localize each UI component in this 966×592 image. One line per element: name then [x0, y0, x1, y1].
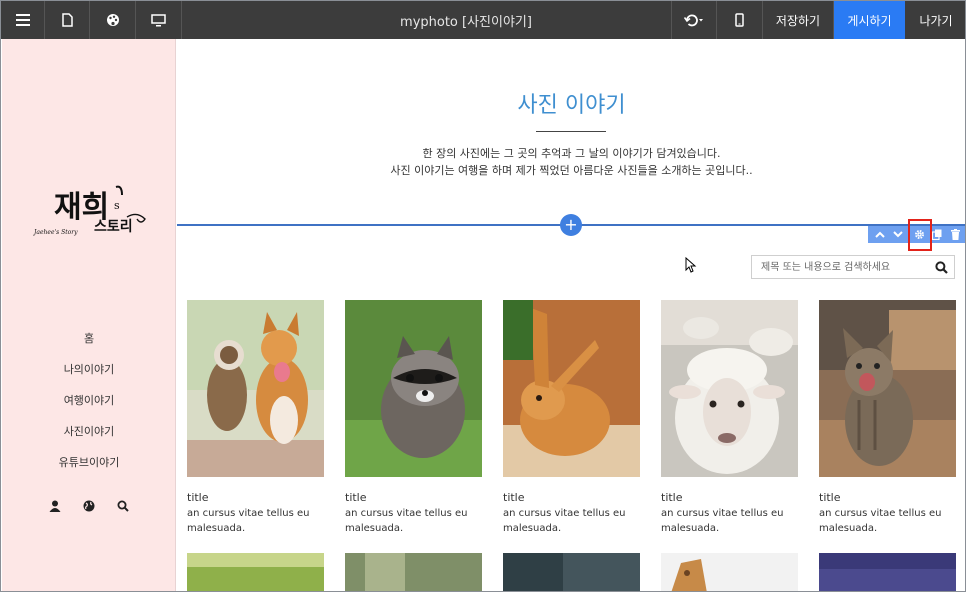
mobile-view-button[interactable]: [717, 1, 763, 39]
photo-rabbit: [503, 300, 640, 477]
undo-icon: [684, 14, 703, 26]
photo-card[interactable]: title an cursus vitae tellus eu malesuad…: [503, 300, 640, 536]
add-section-button[interactable]: +: [560, 214, 582, 236]
card-description: an cursus vitae tellus eu malesuada.: [187, 508, 310, 534]
title-underline: [536, 131, 606, 132]
publish-button[interactable]: 게시하기: [834, 1, 905, 39]
search-box: [751, 255, 955, 279]
editor-window: myphoto [사진이야기] 저장하기 게시하기 나가기 재희 s 스토리 J…: [0, 0, 966, 592]
settings-highlight-box: [908, 219, 932, 251]
move-down-button[interactable]: [889, 226, 907, 243]
card-title: title: [661, 491, 683, 504]
svg-text:스토리: 스토리: [94, 219, 133, 235]
page-icon: [61, 13, 73, 27]
main-content: 사진 이야기 한 장의 사진에는 그 곳의 추억과 그 날의 이야기가 담겨있습…: [177, 39, 965, 592]
svg-text:Jaehee's Story: Jaehee's Story: [32, 229, 78, 236]
nav-item-photo-story[interactable]: 사진이야기: [2, 422, 176, 453]
menu-button[interactable]: [1, 1, 45, 39]
page-description: 한 장의 사진에는 그 곳의 추억과 그 날의 이야기가 담겨있습니다. 사진 …: [177, 145, 965, 179]
photo-row2-1[interactable]: [187, 553, 324, 592]
undo-button[interactable]: [671, 1, 717, 39]
photo-sheep: [661, 300, 798, 477]
user-icon[interactable]: [49, 500, 61, 512]
nav-item-home[interactable]: 홈: [2, 329, 176, 360]
exit-label: 나가기: [919, 13, 953, 28]
photo-dogs: [187, 300, 324, 477]
theme-button[interactable]: [90, 1, 136, 39]
desktop-view-button[interactable]: [136, 1, 182, 39]
sidebar-nav: 홈 나의이야기 여행이야기 사진이야기 유튜브이야기: [2, 329, 176, 484]
svg-text:s: s: [114, 199, 120, 212]
photo-row2-2[interactable]: [345, 553, 482, 592]
card-description: an cursus vitae tellus eu malesuada.: [819, 508, 942, 534]
card-title: title: [345, 491, 367, 504]
nav-item-travel-story[interactable]: 여행이야기: [2, 391, 176, 422]
photo-card[interactable]: title an cursus vitae tellus eu malesuad…: [345, 300, 482, 536]
page-button[interactable]: [45, 1, 90, 39]
chevron-up-icon: [875, 231, 885, 238]
card-title: title: [187, 491, 209, 504]
delete-section-button[interactable]: [946, 226, 964, 243]
save-button[interactable]: 저장하기: [763, 1, 834, 39]
top-toolbar: myphoto [사진이야기] 저장하기 게시하기 나가기: [1, 1, 965, 39]
publish-label: 게시하기: [847, 13, 892, 28]
description-line-1: 한 장의 사진에는 그 곳의 추억과 그 날의 이야기가 담겨있습니다.: [422, 147, 721, 160]
sidebar-icon-row: [2, 500, 176, 518]
trash-icon: [950, 229, 960, 240]
menu-icon: [15, 14, 30, 26]
search-icon[interactable]: [935, 261, 948, 274]
card-title: title: [819, 491, 841, 504]
save-label: 저장하기: [775, 13, 821, 28]
desktop-icon: [151, 13, 166, 26]
card-description: an cursus vitae tellus eu malesuada.: [661, 508, 784, 534]
card-description: an cursus vitae tellus eu malesuada.: [345, 508, 468, 534]
search-input[interactable]: [752, 256, 930, 278]
photo-row2-3[interactable]: [503, 553, 640, 592]
palette-icon: [106, 14, 119, 26]
nav-item-my-story[interactable]: 나의이야기: [2, 360, 176, 391]
mobile-icon: [735, 13, 744, 27]
move-up-button[interactable]: [871, 226, 889, 243]
copy-icon: [932, 229, 942, 240]
site-logo[interactable]: 재희 s 스토리 Jaehee's Story: [32, 179, 152, 239]
description-line-2: 사진 이야기는 여행을 하며 제가 찍었던 아름다운 사진들을 소개하는 곳입니…: [390, 164, 753, 177]
exit-button[interactable]: 나가기: [905, 1, 965, 39]
nav-item-youtube-story[interactable]: 유튜브이야기: [2, 453, 176, 484]
photo-row2-4[interactable]: [661, 553, 798, 592]
globe-icon[interactable]: [83, 500, 95, 512]
photo-card[interactable]: title an cursus vitae tellus eu malesuad…: [187, 300, 324, 536]
card-title: title: [503, 491, 525, 504]
mouse-cursor: [685, 257, 697, 273]
photo-card[interactable]: title an cursus vitae tellus eu malesuad…: [661, 300, 798, 536]
photo-card[interactable]: title an cursus vitae tellus eu malesuad…: [819, 300, 956, 536]
sidebar: 재희 s 스토리 Jaehee's Story 홈 나의이야기 여행이야기 사진…: [2, 39, 176, 591]
card-description: an cursus vitae tellus eu malesuada.: [503, 508, 626, 534]
chevron-down-icon: [893, 231, 903, 238]
search-icon[interactable]: [117, 500, 129, 512]
photo-kitten: [819, 300, 956, 477]
photo-raccoon: [345, 300, 482, 477]
page-title: 사진 이야기: [517, 93, 626, 118]
photo-row2-5[interactable]: [819, 553, 956, 592]
document-title: myphoto [사진이야기]: [400, 14, 532, 30]
